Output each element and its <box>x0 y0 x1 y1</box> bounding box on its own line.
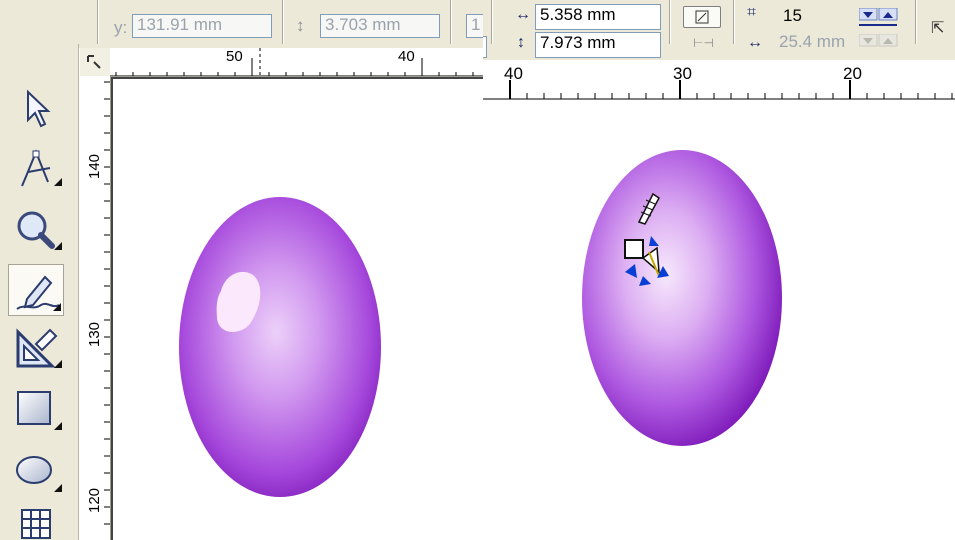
count-icon: ⌗ <box>747 4 757 21</box>
height-icon: ↕ <box>296 16 305 35</box>
ruler-label: 130 <box>86 321 104 348</box>
left-screenshot: y: 131.91 mm ↕ 3.703 mm 1 50 40 140 130 … <box>0 0 483 540</box>
ruler-ticks <box>483 80 955 100</box>
separator <box>733 0 735 44</box>
ruler-label: 120 <box>86 487 104 514</box>
spacing-spinner[interactable] <box>858 33 899 54</box>
ruler-label: 30 <box>673 64 692 83</box>
ruler-ticks <box>104 81 110 525</box>
convert-icon[interactable]: ⇱ <box>931 18 944 38</box>
separator <box>915 0 917 44</box>
right-screenshot: ↔ 5.358 mm ↕ 7.973 mm ⊢⊣ ⌗ 15 ↔ 25.4 mm <box>483 0 955 540</box>
rectangle-icon <box>17 391 62 430</box>
shape-node-icon <box>21 149 62 187</box>
egg-being-drawn[interactable] <box>483 100 955 540</box>
pick-tool[interactable] <box>8 82 64 134</box>
purple-egg[interactable] <box>582 150 782 446</box>
height-field[interactable]: 7.973 mm <box>535 32 661 58</box>
grid-icon <box>21 509 51 539</box>
egg-with-highlight[interactable] <box>113 79 483 540</box>
separator <box>669 0 671 44</box>
separator <box>450 0 452 44</box>
horizontal-ruler[interactable]: 50 40 <box>110 48 483 77</box>
vertical-ruler[interactable]: 140 130 120 <box>80 76 111 540</box>
shape-tool[interactable] <box>8 142 64 194</box>
ellipse-icon <box>16 456 62 492</box>
ruler-label: 40 <box>398 48 415 65</box>
ruler-label: 40 <box>504 64 523 83</box>
ruler-corner[interactable] <box>80 48 110 76</box>
drawing-canvas[interactable] <box>111 77 483 540</box>
ruler-label: 20 <box>843 64 862 83</box>
ruler-label: 50 <box>226 48 243 65</box>
height-icon: ↕ <box>517 34 525 51</box>
arrow-icon <box>27 89 51 128</box>
width-field[interactable]: 5.358 mm <box>535 4 661 30</box>
count-spinner[interactable] <box>858 7 899 28</box>
fit-button[interactable] <box>683 6 721 28</box>
horizontal-ruler[interactable]: 40 30 20 <box>483 60 955 101</box>
property-bar: y: 131.91 mm ↕ 3.703 mm 1 <box>0 0 483 44</box>
cut-field[interactable] <box>483 36 487 58</box>
dimension-icon <box>16 328 62 368</box>
ruler-origin-icon <box>87 55 101 69</box>
spinner-arrows-icon <box>858 7 898 26</box>
height-field[interactable]: 3.703 mm <box>320 14 440 38</box>
separator <box>282 0 284 44</box>
toolbox <box>0 44 79 540</box>
spacing-field[interactable]: 25.4 mm <box>775 32 861 56</box>
partial-field[interactable]: 1 <box>466 14 483 38</box>
spacing-toggle-icon[interactable]: ⊢⊣ <box>693 36 714 50</box>
drawing-canvas[interactable] <box>483 100 955 540</box>
separator <box>97 0 99 44</box>
width-icon: ↔ <box>515 6 531 23</box>
y-position-field[interactable]: 131.91 mm <box>132 14 272 38</box>
spacing-icon: ↔ <box>747 34 763 51</box>
y-label: y: <box>114 18 128 37</box>
rectangle-tool[interactable] <box>8 384 64 436</box>
ruler-label: 140 <box>86 153 104 180</box>
freehand-tool[interactable] <box>8 264 64 316</box>
ellipse-tool[interactable] <box>8 446 64 498</box>
purple-egg[interactable] <box>179 197 381 497</box>
fit-icon <box>695 10 709 24</box>
dimension-tool[interactable] <box>8 322 64 374</box>
ruler-ticks <box>110 48 483 77</box>
magnifier-icon <box>17 211 62 250</box>
separator <box>491 0 493 44</box>
zoom-tool[interactable] <box>8 204 64 256</box>
spinner-arrows-icon <box>858 33 898 47</box>
property-bar: ↔ 5.358 mm ↕ 7.973 mm ⊢⊣ ⌗ 15 ↔ 25.4 mm <box>483 0 955 60</box>
graph-paper-tool[interactable] <box>8 504 64 540</box>
pen-icon <box>16 275 61 311</box>
